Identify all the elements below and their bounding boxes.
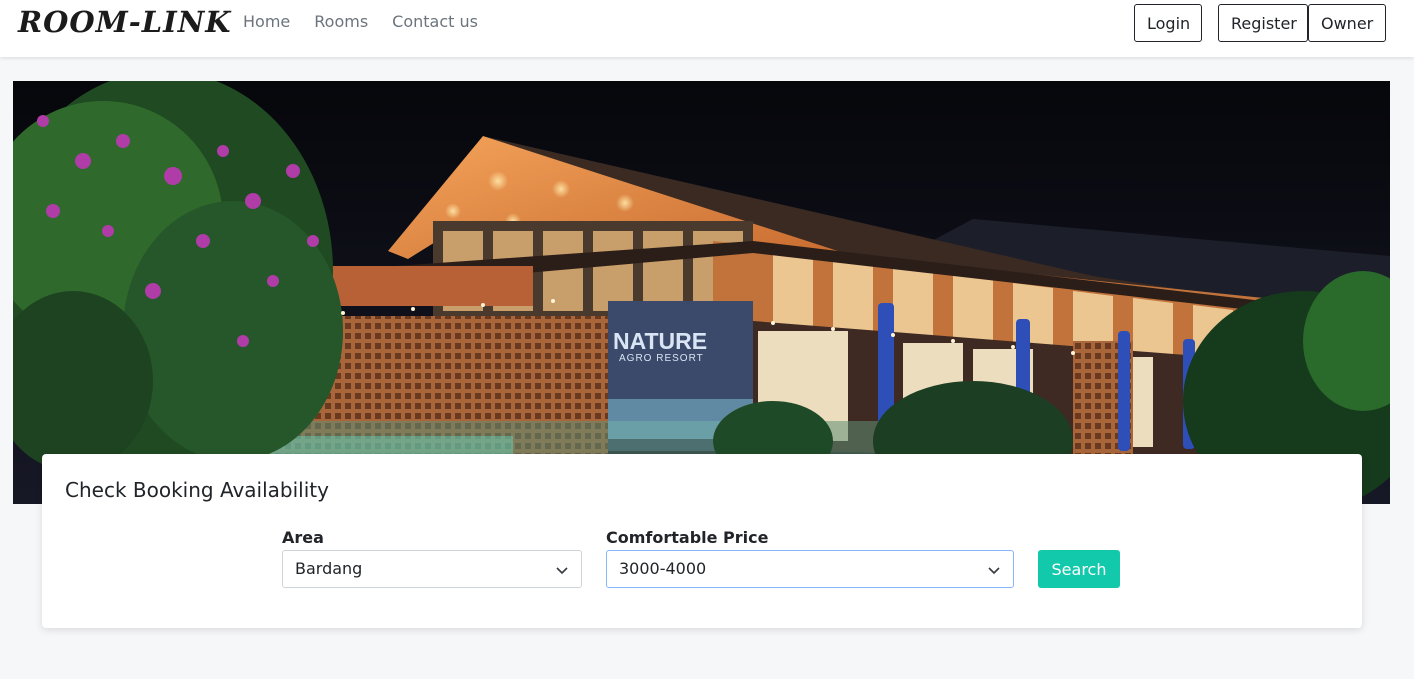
area-select-value: Bardang xyxy=(295,559,363,578)
price-select[interactable]: 3000-4000 xyxy=(606,550,1014,588)
nav-link-contact[interactable]: Contact us xyxy=(392,12,478,31)
area-label: Area xyxy=(282,528,324,547)
hero-image: NATURE AGRO RESORT xyxy=(13,81,1390,504)
brand-logo[interactable]: ROOM-LINK xyxy=(18,5,231,39)
booking-card-title: Check Booking Availability xyxy=(65,478,329,502)
booking-card: Check Booking Availability Area Bardang … xyxy=(42,454,1362,628)
nav-link-home[interactable]: Home xyxy=(243,12,290,31)
chevron-down-icon xyxy=(988,567,1000,575)
hero-sign-title: NATURE xyxy=(613,328,707,354)
hero-sign-subtitle: AGRO RESORT xyxy=(619,353,704,364)
price-label: Comfortable Price xyxy=(606,528,769,547)
search-button[interactable]: Search xyxy=(1038,550,1120,588)
nav-links: Home Rooms Contact us xyxy=(243,12,478,31)
price-select-value: 3000-4000 xyxy=(619,559,707,578)
login-button[interactable]: Login xyxy=(1134,4,1202,42)
owner-button[interactable]: Owner xyxy=(1308,4,1386,42)
nav-link-rooms[interactable]: Rooms xyxy=(314,12,368,31)
navbar: ROOM-LINK Home Rooms Contact us Login Re… xyxy=(0,0,1414,57)
area-select[interactable]: Bardang xyxy=(282,550,582,588)
chevron-down-icon xyxy=(556,567,568,575)
register-button[interactable]: Register xyxy=(1218,4,1308,42)
